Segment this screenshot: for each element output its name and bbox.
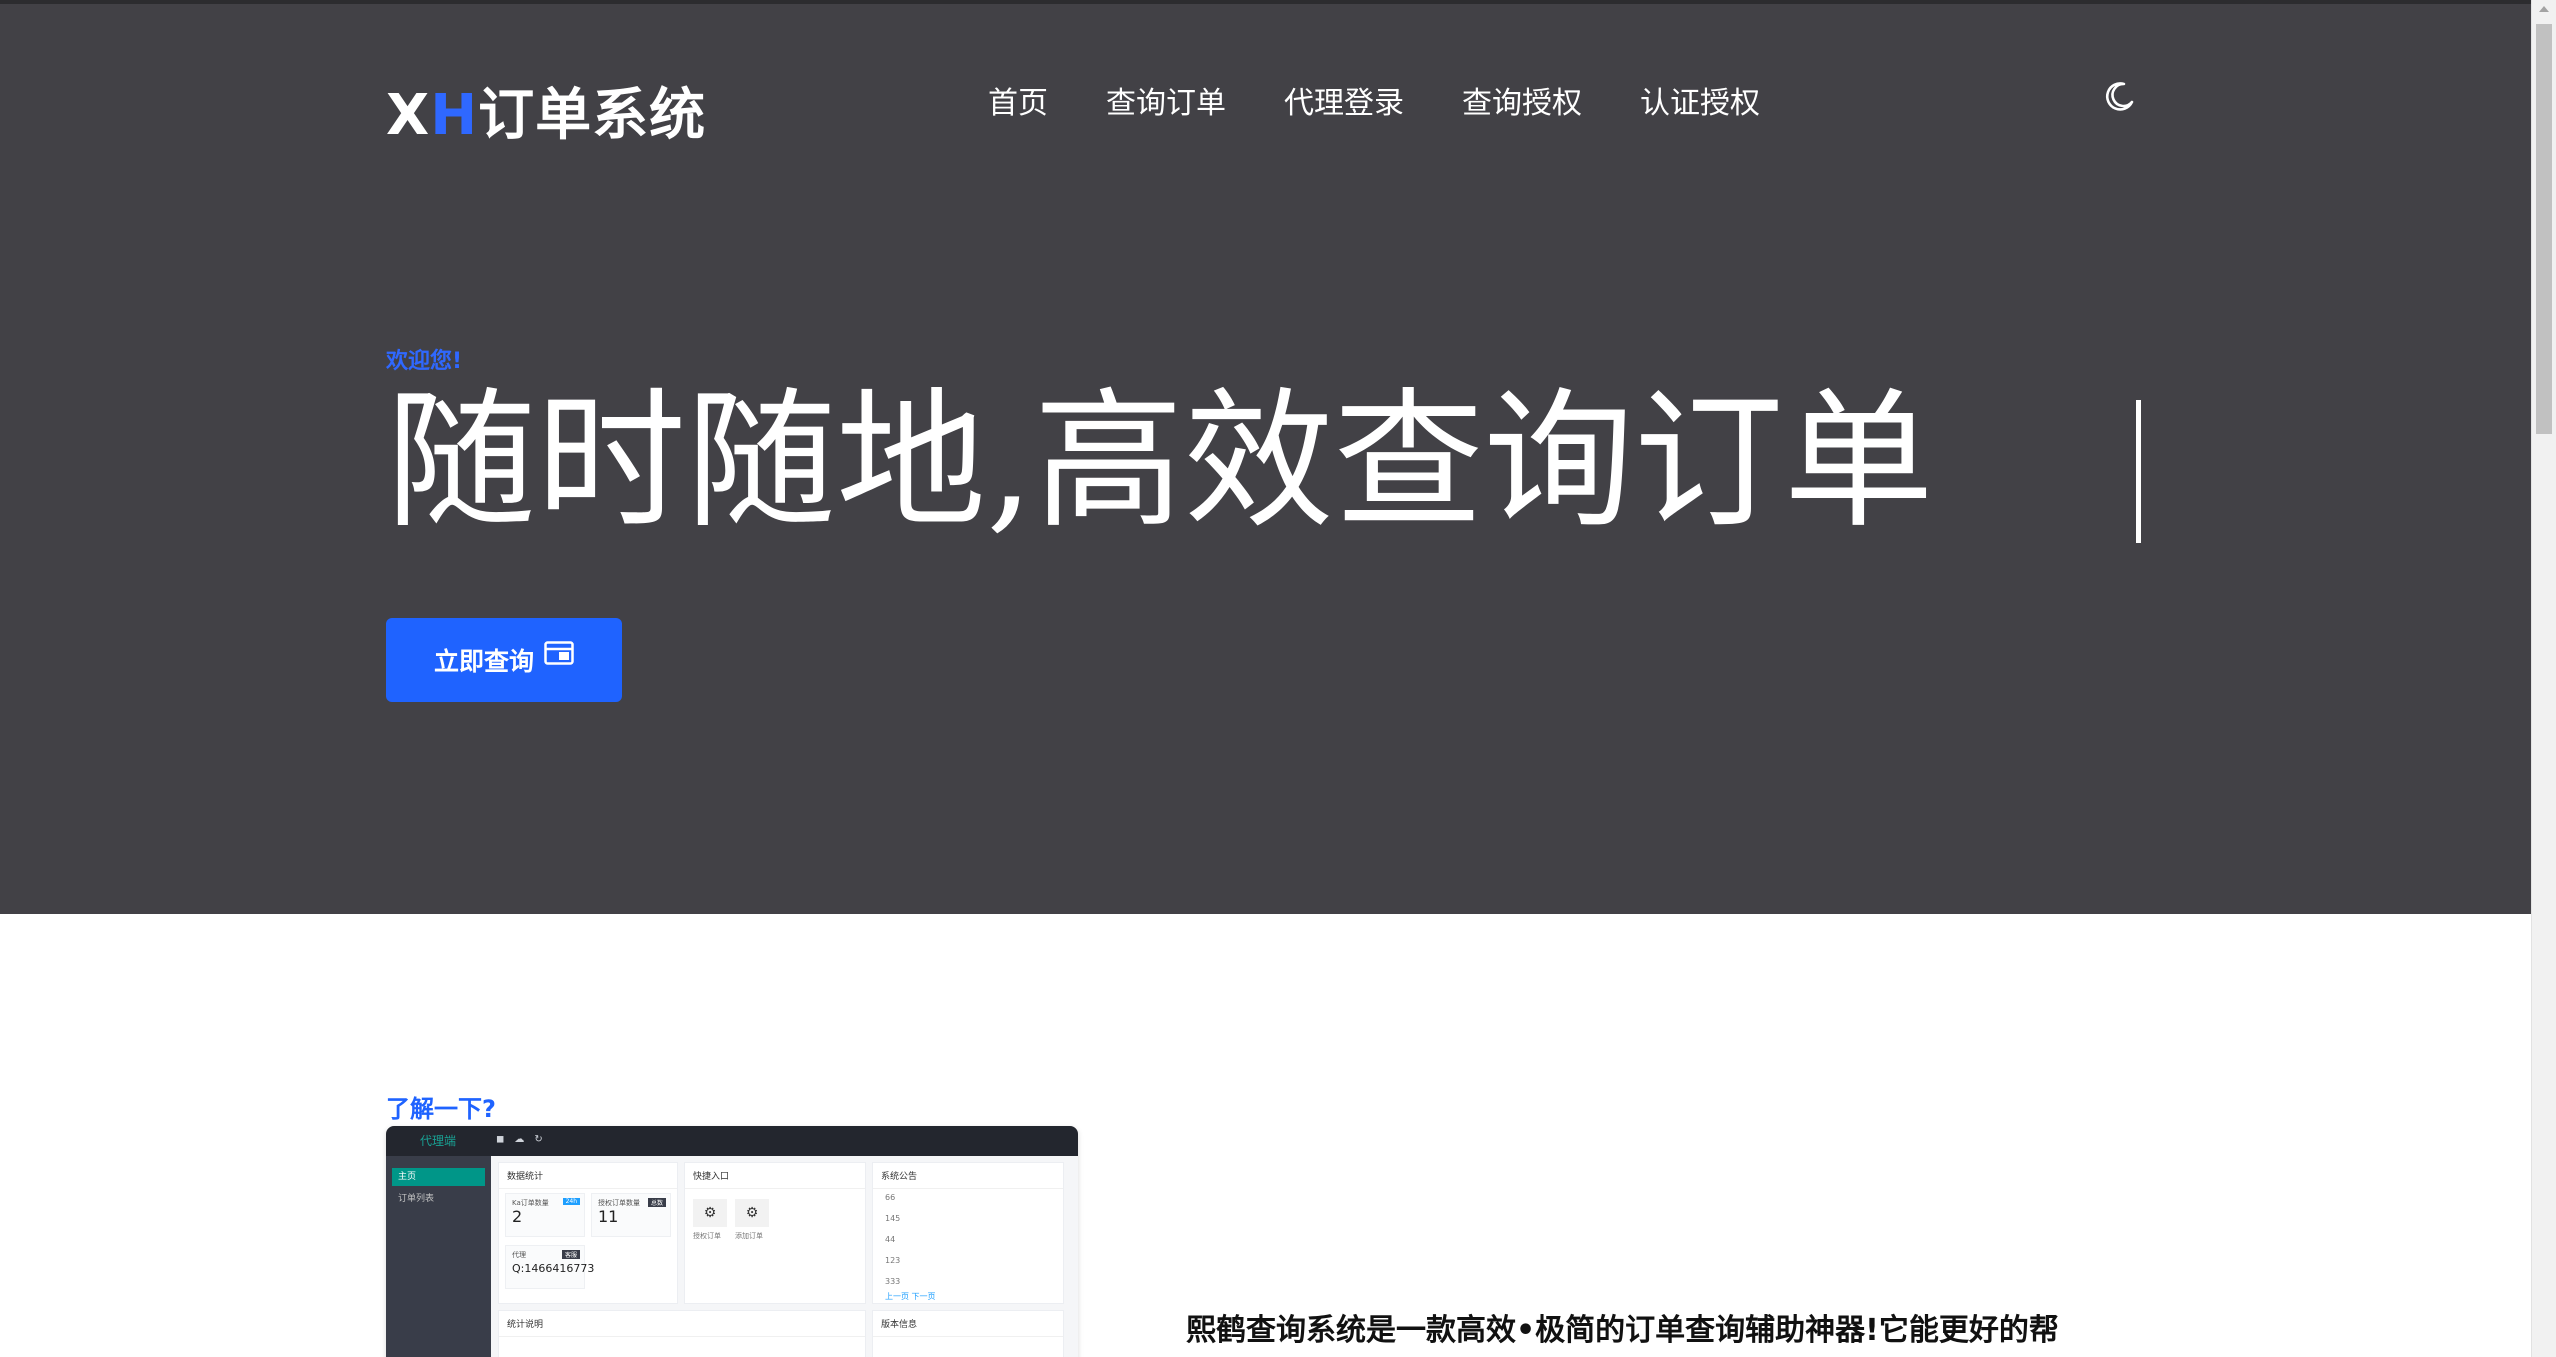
nav-verify-auth[interactable]: 认证授权 xyxy=(1640,78,1760,122)
nav-query-auth[interactable]: 查询授权 xyxy=(1462,78,1582,122)
preview-sidebar-item: 主页 xyxy=(392,1168,485,1186)
preview-topbar: 代理端 ◼ ☁ ↻ xyxy=(386,1126,1078,1156)
preview-card-title: 系统公告 xyxy=(873,1163,1063,1189)
preview-main: 数据统计 Ka订单数量 2 24h 授权订单数量 11 总数 代理 Q:1466… xyxy=(498,1162,1073,1357)
quick-label: 添加订单 xyxy=(735,1232,763,1240)
user-icon: ◼ xyxy=(496,1134,505,1145)
nav-home[interactable]: 首页 xyxy=(988,78,1048,122)
dashboard-preview-image: 代理端 ◼ ☁ ↻ 主页 订单列表 数据统计 Ka订单数量 2 24h 授权订单… xyxy=(386,1126,1078,1357)
logo-text: 订单系统 xyxy=(478,83,707,148)
preview-top-icons: ◼ ☁ ↻ xyxy=(496,1134,543,1145)
preview-sidebar-item: 订单列表 xyxy=(398,1194,435,1204)
stat-value: 11 xyxy=(598,1207,619,1226)
window-icon xyxy=(544,641,574,665)
preview-card-title: 快捷入口 xyxy=(685,1163,865,1189)
preview-stat: 授权订单数量 11 总数 xyxy=(591,1193,671,1237)
page: XH订单系统 首页 查询订单 代理登录 查询授权 认证授权 欢迎您! 随时随地,… xyxy=(0,0,2531,1357)
preview-quick-card: 快捷入口 ⚙ ⚙ 授权订单 添加订单 xyxy=(684,1162,866,1304)
moon-icon[interactable] xyxy=(2102,78,2138,114)
preview-stat: 代理 Q:1466416773 客服 xyxy=(505,1245,595,1289)
preview-notice-card: 系统公告 66 145 44 123 333 上一页 下一页 xyxy=(872,1162,1064,1304)
refresh-icon: ↻ xyxy=(534,1134,543,1145)
notice-item: 44 xyxy=(885,1235,896,1244)
stat-value: 2 xyxy=(512,1207,523,1226)
preview-stat: Ka订单数量 2 24h xyxy=(505,1193,585,1237)
notice-item: 66 xyxy=(885,1193,896,1202)
notice-item: 333 xyxy=(885,1277,901,1286)
nav-query-order[interactable]: 查询订单 xyxy=(1106,78,1226,122)
typing-caret xyxy=(2136,400,2141,543)
gear-icon: ⚙ xyxy=(735,1199,769,1227)
nav-agent-login[interactable]: 代理登录 xyxy=(1284,78,1404,122)
notice-item: 123 xyxy=(885,1256,901,1265)
gear-icon: ⚙ xyxy=(693,1199,727,1227)
preview-brand: 代理端 xyxy=(420,1134,457,1148)
preview-bottom-card: 统计说明 xyxy=(498,1310,866,1357)
welcome-text: 欢迎您! xyxy=(386,349,463,374)
stat-value: Q:1466416773 xyxy=(512,1262,595,1275)
main-nav: 首页 查询订单 代理登录 查询授权 认证授权 xyxy=(988,78,1818,122)
learn-more-heading: 了解一下? xyxy=(386,1095,496,1123)
cloud-icon: ☁ xyxy=(514,1134,525,1145)
scrollbar-thumb[interactable] xyxy=(2536,24,2552,434)
preview-card-title: 数据统计 xyxy=(499,1163,677,1189)
preview-card-title: 版本信息 xyxy=(873,1311,1063,1337)
stat-tag: 客服 xyxy=(561,1250,580,1259)
site-logo[interactable]: XH订单系统 xyxy=(386,70,706,151)
scroll-up-arrow-icon[interactable] xyxy=(2539,6,2549,12)
query-now-label: 立即查询 xyxy=(433,647,534,676)
preview-stats-card: 数据统计 Ka订单数量 2 24h 授权订单数量 11 总数 代理 Q:1466… xyxy=(498,1162,678,1304)
preview-bottom-card: 版本信息 xyxy=(872,1310,1064,1357)
stat-tag: 总数 xyxy=(647,1198,666,1207)
logo-letter-x: X xyxy=(386,83,431,148)
notice-item: 145 xyxy=(885,1214,901,1223)
vertical-scrollbar[interactable] xyxy=(2531,0,2556,1357)
quick-label: 授权订单 xyxy=(693,1232,721,1240)
logo-letter-h: H xyxy=(430,83,479,148)
intro-text: 熙鹤查询系统是一款高效•极简的订单查询辅助神器!它能更好的帮 xyxy=(1186,1313,2059,1348)
hero-headline: 随时随地,高效查询订单 xyxy=(386,375,1934,549)
hero-section: XH订单系统 首页 查询订单 代理登录 查询授权 认证授权 欢迎您! 随时随地,… xyxy=(0,0,2531,914)
preview-sidebar: 主页 订单列表 xyxy=(386,1156,491,1357)
preview-card-title: 统计说明 xyxy=(499,1311,865,1337)
stat-tag: 24h xyxy=(562,1198,580,1205)
query-now-button[interactable]: 立即查询 xyxy=(386,618,622,702)
notice-pager: 上一页 下一页 xyxy=(885,1292,936,1301)
